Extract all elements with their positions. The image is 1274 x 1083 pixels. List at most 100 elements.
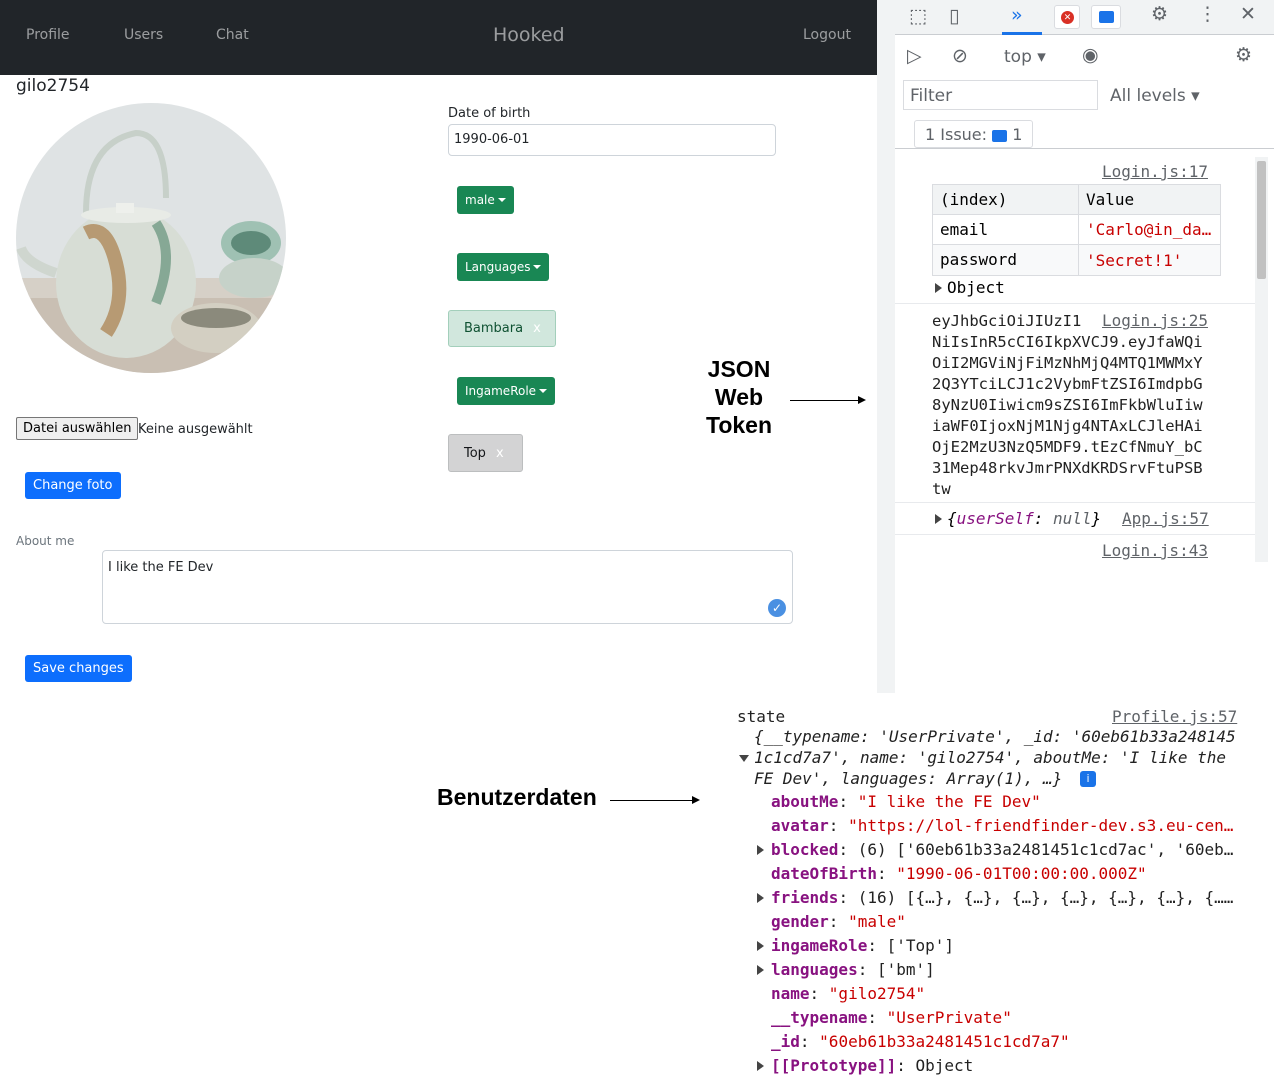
languages-dropdown[interactable]: Languages xyxy=(457,253,550,281)
scrollbar-thumb[interactable] xyxy=(1257,161,1266,279)
property-key: avatar xyxy=(771,816,829,835)
gender-dropdown-label: male xyxy=(465,193,495,207)
property-value: "gilo2754" xyxy=(828,984,926,1003)
state-property-row: aboutMe: "I like the FE Dev" xyxy=(771,792,1041,811)
issues-button[interactable]: 1 Issue: 1 xyxy=(914,120,1034,148)
sidebar-toggle-icon[interactable]: ▷ xyxy=(907,45,922,67)
property-value: "https://lol-friendfinder-dev.s3.eu-cen… xyxy=(848,816,1234,835)
clear-console-icon[interactable]: ⊘ xyxy=(952,45,968,67)
info-icon[interactable]: i xyxy=(1080,771,1096,787)
state-property-row: avatar: "https://lol-friendfinder-dev.s3… xyxy=(771,816,1234,835)
issues-badge[interactable] xyxy=(1091,5,1121,29)
role-chip: Top x xyxy=(448,434,523,472)
remove-role-icon[interactable]: x xyxy=(496,446,504,461)
state-property-row: name: "gilo2754" xyxy=(771,984,926,1003)
ingamerole-dropdown[interactable]: IngameRole xyxy=(457,377,556,405)
settings-gear-icon[interactable]: ⚙ xyxy=(1151,3,1168,25)
source-link[interactable]: Login.js:43 xyxy=(1102,541,1208,560)
kebab-menu-icon[interactable]: ⋮ xyxy=(1198,3,1217,25)
avatar xyxy=(16,103,286,373)
nav-logout[interactable]: Logout xyxy=(803,27,851,43)
object-expander[interactable]: Object xyxy=(935,278,1005,297)
expand-arrow-icon xyxy=(757,1061,764,1071)
caret-down-icon xyxy=(533,265,542,269)
remove-language-icon[interactable]: x xyxy=(533,321,541,336)
dob-label: Date of birth xyxy=(448,106,531,121)
property-key: languages xyxy=(771,960,858,979)
device-toggle-icon[interactable]: ▯ xyxy=(949,5,959,27)
console-messages: Login.js:17 (index) Value email 'Carlo@i… xyxy=(895,150,1255,562)
state-property-row: _id: "60eb61b33a2481451c1cd7a7" xyxy=(771,1032,1070,1051)
console-table: (index) Value email 'Carlo@in_da… passwo… xyxy=(932,184,1221,276)
change-foto-button[interactable]: Change foto xyxy=(25,472,121,499)
divider xyxy=(895,534,1255,535)
nav-profile[interactable]: Profile xyxy=(26,27,70,43)
file-choose-button[interactable]: Datei auswählen xyxy=(16,417,139,440)
about-textarea[interactable]: I like the FE Dev ✓ xyxy=(102,550,793,624)
arrow-head-icon xyxy=(692,796,700,804)
levels-label: All levels xyxy=(1110,86,1186,106)
ingamerole-dropdown-label: IngameRole xyxy=(465,384,537,398)
property-key: _id xyxy=(771,1032,800,1051)
gender-dropdown[interactable]: male xyxy=(457,186,514,214)
message-icon xyxy=(1099,11,1114,23)
property-key: [[Prototype]] xyxy=(771,1056,897,1075)
property-key: dateOfBirth xyxy=(771,864,877,883)
console-settings-icon[interactable]: ⚙ xyxy=(1235,44,1252,66)
arrow-line xyxy=(610,800,692,801)
state-property-row: dateOfBirth: "1990-06-01T00:00:00.000Z" xyxy=(771,864,1147,883)
state-property-row[interactable]: [[Prototype]]: Object xyxy=(757,1054,1233,1078)
dob-input[interactable]: 1990-06-01 xyxy=(448,124,776,156)
save-changes-button[interactable]: Save changes xyxy=(25,655,132,682)
token-line: OjE2MzU3NzQ5MDF9.tEzCfNmuY_bC xyxy=(932,438,1203,456)
expand-arrow-icon xyxy=(935,514,942,524)
levels-dropdown[interactable]: All levels ▾ xyxy=(1110,86,1200,106)
scrollbar-track[interactable] xyxy=(1255,157,1268,562)
property-value: ['bm'] xyxy=(876,960,935,979)
live-expression-eye-icon[interactable]: ◉ xyxy=(1082,44,1099,66)
annotation-line: Token xyxy=(705,412,773,438)
console-toolbar: ▷ ⊘ top ▾ ◉ ⚙ Filter All levels ▾ 1 Issu… xyxy=(895,36,1274,149)
source-link[interactable]: Profile.js:57 xyxy=(1112,707,1237,726)
userself-expander[interactable]: {userSelf: null} xyxy=(935,509,1101,528)
source-link[interactable]: Login.js:17 xyxy=(1102,162,1208,181)
property-value: "male" xyxy=(848,912,906,931)
property-value: Object xyxy=(915,1056,974,1075)
about-text: I like the FE Dev xyxy=(108,560,214,575)
divider xyxy=(895,303,1255,304)
object-value: null xyxy=(1052,509,1092,528)
expand-arrow-icon xyxy=(757,845,764,855)
token-line: 31Mep48rkvJmrPNXdKRDSrvFtuPSB xyxy=(932,459,1203,477)
nav-users[interactable]: Users xyxy=(124,27,163,43)
collapse-arrow-icon[interactable] xyxy=(739,755,749,762)
context-selector[interactable]: top ▾ xyxy=(1004,47,1046,67)
table-cell: 'Carlo@in_da… xyxy=(1086,220,1212,239)
property-key: blocked xyxy=(771,840,839,859)
active-tab-indicator xyxy=(1002,32,1042,35)
inspect-icon[interactable]: ⬚ xyxy=(909,5,927,27)
state-summary[interactable]: {__typename: 'UserPrivate', _id: '60eb61… xyxy=(754,726,1236,789)
errors-badge[interactable]: ✕ xyxy=(1054,5,1080,29)
summary-line: {__typename: 'UserPrivate', _id: '60eb61… xyxy=(754,727,1236,746)
profile-username: gilo2754 xyxy=(16,76,90,96)
source-link[interactable]: App.js:57 xyxy=(1122,509,1209,528)
property-value: "60eb61b33a2481451c1cd7a7" xyxy=(819,1032,1070,1051)
filter-input[interactable]: Filter xyxy=(903,80,1098,110)
state-property-row[interactable]: friends: (16) [{…}, {…}, {…}, {…}, {…}, … xyxy=(757,886,1233,910)
state-property-row[interactable]: blocked: (6) ['60eb61b33a2481451c1cd7ac'… xyxy=(757,838,1233,862)
property-value: "1990-06-01T00:00:00.000Z" xyxy=(896,864,1147,883)
state-property-row[interactable]: languages: ['bm'] xyxy=(757,958,1233,982)
nav-chat[interactable]: Chat xyxy=(216,27,249,43)
token-line: eyJhbGciOiJIUzI1 xyxy=(932,312,1082,330)
arrow-head-icon xyxy=(858,396,866,404)
message-icon xyxy=(992,129,1008,142)
more-panels-icon[interactable]: » xyxy=(1011,4,1023,26)
close-icon[interactable]: ✕ xyxy=(1240,3,1256,25)
property-key: aboutMe xyxy=(771,792,839,811)
state-property-row: gender: "male" xyxy=(771,912,906,931)
table-cell: 'Secret!1' xyxy=(1086,250,1183,270)
brand-title[interactable]: Hooked xyxy=(493,24,565,46)
property-value: (6) ['60eb61b33a2481451c1cd7ac', '60eb… xyxy=(857,840,1234,859)
state-property-row[interactable]: ingameRole: ['Top'] xyxy=(757,934,1233,958)
property-key: friends xyxy=(771,888,839,907)
